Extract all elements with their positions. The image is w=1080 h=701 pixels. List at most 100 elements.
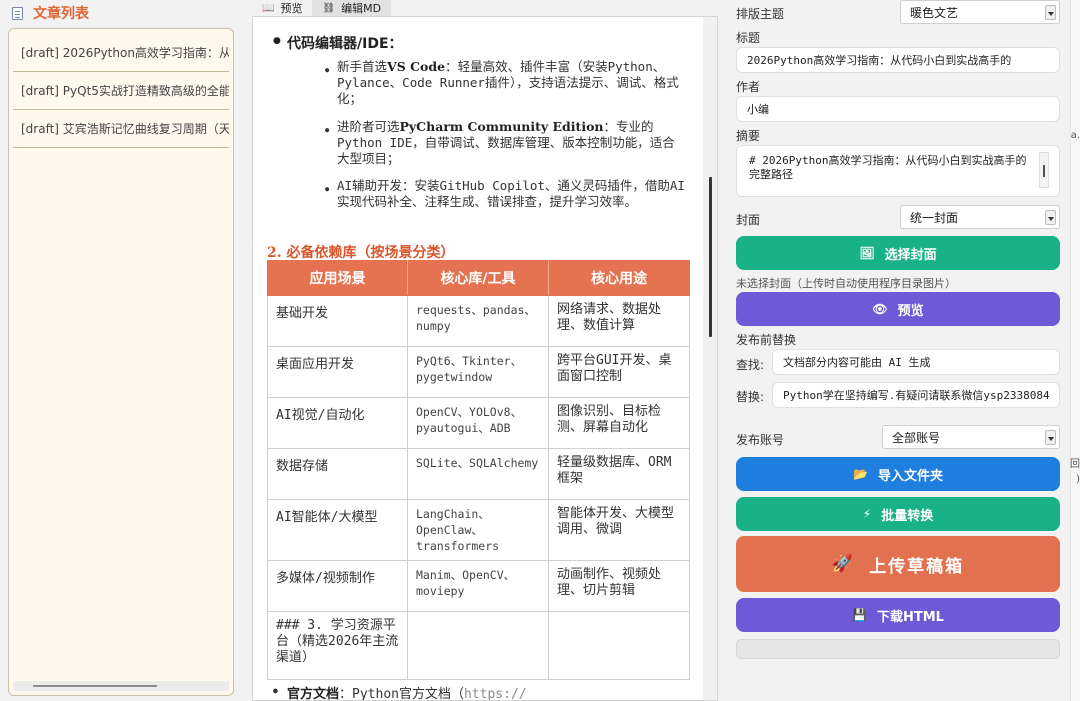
tab-preview-label: 预览 bbox=[280, 2, 303, 15]
theme-select[interactable]: 暖色文艺 bbox=[900, 0, 1060, 24]
chevron-down-icon bbox=[1045, 430, 1056, 445]
dependency-table: 应用场景 核心库/工具 核心用途 基础开发 requests、pandas、nu… bbox=[267, 260, 690, 680]
import-folder-label: 导入文件夹 bbox=[877, 468, 943, 484]
table-cell: 数据存储 bbox=[267, 448, 408, 500]
replace-with-label: 替换: bbox=[736, 390, 765, 404]
cover-value: 统一封面 bbox=[910, 210, 959, 225]
tab-edit-md-label: 编辑MD bbox=[341, 2, 382, 15]
bold-vscode: VS Code bbox=[387, 59, 446, 74]
table-header-row: 应用场景 核心库/工具 核心用途 bbox=[267, 260, 690, 296]
bold-pycharm: PyCharm Community Edition bbox=[399, 119, 604, 134]
table-cell: Manim、OpenCV、moviepy bbox=[407, 560, 549, 612]
scrollbar-thumb[interactable] bbox=[33, 685, 157, 687]
cover-label: 封面 bbox=[736, 213, 761, 227]
bold-official-docs: 官方文档 bbox=[287, 687, 340, 701]
choose-cover-label: 选择封面 bbox=[884, 247, 937, 263]
table-row: AI视觉/自动化 OpenCV、YOLOv8、pyautogui、ADB 图像识… bbox=[267, 397, 690, 449]
table-cell: 基础开发 bbox=[267, 295, 408, 347]
edge-fragment: a. bbox=[1070, 130, 1080, 141]
summary-label: 摘要 bbox=[736, 129, 761, 143]
replace-input[interactable]: Python学在坚持编写.有疑问请联系微信ysp2338084 bbox=[772, 382, 1060, 408]
floppy-disk-icon: 💾 bbox=[852, 608, 867, 622]
download-html-label: 下载HTML bbox=[876, 609, 944, 625]
column-header: 核心用途 bbox=[548, 260, 690, 296]
table-cell: 多媒体/视频制作 bbox=[267, 560, 408, 612]
table-cell: AI智能体/大模型 bbox=[267, 499, 408, 561]
list-item[interactable]: [draft] PyQt5实战打造精致高级的全能单 bbox=[13, 72, 229, 110]
sub-bullet-vscode: 新手首选VS Code：轻量高效、插件丰富（安装Python、Pylance、C… bbox=[325, 59, 687, 107]
textarea-scrollbar[interactable] bbox=[1039, 152, 1049, 188]
link-icon: ⛓ bbox=[322, 2, 336, 14]
list-item[interactable]: [draft] 艾宾浩斯记忆曲线复习周期（天） bbox=[13, 110, 229, 148]
chevron-down-icon bbox=[1045, 210, 1056, 225]
title-label: 标题 bbox=[736, 31, 761, 45]
publish-settings-panel: 排版主题 暖色文艺 标题 2026Python高效学习指南：从代码小白到实战高手… bbox=[728, 0, 1068, 701]
table-row: 桌面应用开发 PyQt6、Tkinter、pygetwindow 跨平台GUI开… bbox=[267, 346, 690, 398]
document-icon bbox=[12, 6, 23, 20]
upload-draft-button[interactable]: 🚀 上传草稿箱 bbox=[736, 536, 1060, 592]
list-item[interactable]: [draft] 2026Python高效学习指南：从代 bbox=[13, 34, 229, 72]
account-value: 全部账号 bbox=[892, 430, 941, 445]
batch-convert-button[interactable]: ⚡ 批量转换 bbox=[736, 497, 1060, 531]
table-cell: 桌面应用开发 bbox=[267, 346, 408, 398]
tab-edit-md[interactable]: ⛓ 编辑MD bbox=[312, 0, 392, 16]
account-label: 发布账号 bbox=[736, 433, 785, 447]
author-label: 作者 bbox=[736, 80, 761, 94]
table-cell: requests、pandas、numpy bbox=[407, 295, 549, 347]
docs-link[interactable]: https:// bbox=[464, 687, 527, 700]
table-cell: 轻量级数据库、ORM框架 bbox=[548, 448, 690, 500]
choose-cover-button[interactable]: 🖼 选择封面 bbox=[736, 236, 1060, 270]
table-cell: 动画制作、视频处理、切片剪辑 bbox=[548, 560, 690, 612]
progress-bar bbox=[736, 639, 1060, 659]
import-folder-button[interactable]: 📂 导入文件夹 bbox=[736, 457, 1060, 491]
scrollbar-thumb[interactable] bbox=[709, 177, 712, 337]
find-label: 查找: bbox=[736, 358, 765, 372]
table-row: 多媒体/视频制作 Manim、OpenCV、moviepy 动画制作、视频处理、… bbox=[267, 560, 690, 612]
table-cell bbox=[548, 611, 690, 680]
vertical-scrollbar[interactable] bbox=[703, 17, 717, 700]
theme-label: 排版主题 bbox=[736, 7, 785, 21]
text-fragment: 新手首选 bbox=[337, 59, 388, 74]
table-cell: SQLite、SQLAlchemy bbox=[407, 448, 549, 500]
preview-frame: 代码编辑器/IDE： 新手首选VS Code：轻量高效、插件丰富（安装Pytho… bbox=[252, 16, 718, 701]
article-list[interactable]: [draft] 2026Python高效学习指南：从代 [draft] PyQt… bbox=[8, 28, 234, 696]
table-cell: 网络请求、数据处理、数值计算 bbox=[548, 295, 690, 347]
title-input[interactable]: 2026Python高效学习指南：从代码小白到实战高手的 bbox=[736, 47, 1060, 73]
summary-value: # 2026Python高效学习指南：从代码小白到实战高手的完整路径 bbox=[749, 154, 1027, 181]
right-edge-panel bbox=[1070, 0, 1080, 701]
summary-textarea[interactable]: # 2026Python高效学习指南：从代码小白到实战高手的完整路径 bbox=[736, 145, 1060, 197]
account-select[interactable]: 全部账号 bbox=[882, 425, 1060, 449]
article-list-header: 文章列表 bbox=[0, 0, 240, 26]
text-fragment: ：Python官方文档（ bbox=[339, 687, 464, 701]
table-cell bbox=[407, 611, 549, 680]
bullet-official-docs: 官方文档：Python官方文档（https:// bbox=[273, 683, 527, 701]
edge-fragment: ) bbox=[1076, 474, 1080, 485]
text-fragment: 进阶者可选 bbox=[337, 119, 400, 134]
table-cell: OpenCV、YOLOv8、pyautogui、ADB bbox=[407, 397, 549, 449]
find-input[interactable]: 文档部分内容可能由 AI 生成 bbox=[772, 349, 1060, 375]
preview-button[interactable]: 👁 预览 bbox=[736, 292, 1060, 326]
edge-fragment: 回 bbox=[1070, 459, 1080, 470]
chevron-down-icon bbox=[1045, 5, 1056, 20]
theme-value: 暖色文艺 bbox=[910, 5, 959, 20]
column-header: 核心库/工具 bbox=[407, 260, 549, 296]
view-tabs: 📖 预览 ⛓ 编辑MD bbox=[252, 0, 392, 16]
folder-icon: 📂 bbox=[853, 467, 868, 481]
table-cell: ### 3. 学习资源平台（精选2026年主流渠道） bbox=[267, 611, 408, 680]
tab-preview[interactable]: 📖 预览 bbox=[252, 0, 312, 16]
author-input[interactable]: 小编 bbox=[736, 96, 1060, 122]
horizontal-scrollbar[interactable] bbox=[13, 681, 229, 691]
table-row: 数据存储 SQLite、SQLAlchemy 轻量级数据库、ORM框架 bbox=[267, 448, 690, 500]
download-html-button[interactable]: 💾 下载HTML bbox=[736, 598, 1060, 632]
article-list-panel: 文章列表 [draft] 2026Python高效学习指南：从代 [draft]… bbox=[0, 0, 240, 701]
table-row: 基础开发 requests、pandas、numpy 网络请求、数据处理、数值计… bbox=[267, 295, 690, 347]
table-cell: 智能体开发、大模型调用、微调 bbox=[548, 499, 690, 561]
eye-icon: 👁 bbox=[872, 302, 888, 316]
table-cell: 图像识别、目标检测、屏幕自动化 bbox=[548, 397, 690, 449]
table-row: AI智能体/大模型 LangChain、OpenClaw、transformer… bbox=[267, 499, 690, 561]
preview-label: 预览 bbox=[897, 303, 924, 319]
table-cell: LangChain、OpenClaw、transformers bbox=[407, 499, 549, 561]
table-cell: AI视觉/自动化 bbox=[267, 397, 408, 449]
rocket-icon: 🚀 bbox=[831, 554, 856, 574]
cover-select[interactable]: 统一封面 bbox=[900, 205, 1060, 229]
